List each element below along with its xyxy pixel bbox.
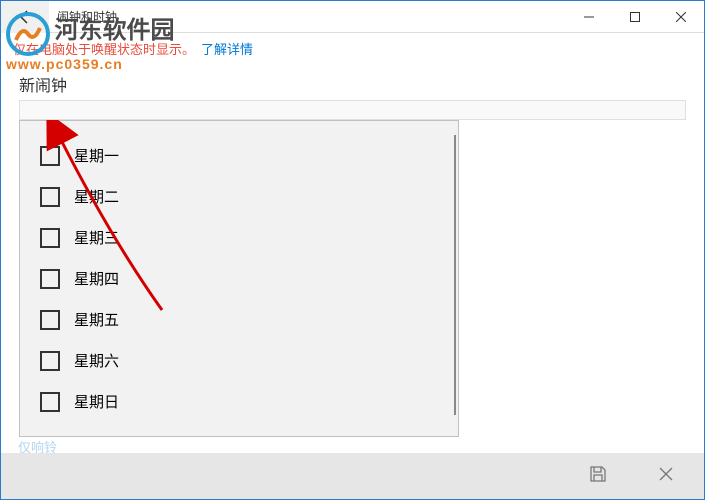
day-row-tuesday[interactable]: 星期二 [20,176,458,217]
scrollbar[interactable] [454,135,456,415]
day-label: 星期四 [74,268,119,289]
cancel-icon [658,466,674,482]
day-label: 星期日 [74,391,119,412]
partial-footer-link[interactable]: 仅响铃 [18,437,57,456]
checkbox-saturday[interactable] [40,351,60,371]
close-button[interactable] [658,1,704,33]
day-label: 星期三 [74,227,119,248]
page-subtitle: 新闹钟 [1,64,704,100]
window-title: 闹钟和时钟 [57,8,566,25]
notification-bar: 仅在电脑处于唤醒状态时显示。 了解详情 [1,33,704,64]
content-area: 星期一 星期二 星期三 星期四 星期五 星期六 [1,100,704,453]
day-label: 星期一 [74,145,119,166]
day-label: 星期五 [74,309,119,330]
day-row-sunday[interactable]: 星期日 [20,381,458,422]
truncated-header [19,100,686,120]
back-button[interactable] [1,1,49,33]
day-row-monday[interactable]: 星期一 [20,135,458,176]
back-arrow-icon [17,9,33,25]
bottom-toolbar [1,453,704,499]
day-row-thursday[interactable]: 星期四 [20,258,458,299]
cancel-button[interactable] [658,466,674,487]
checkbox-sunday[interactable] [40,392,60,412]
save-icon [588,464,608,484]
checkbox-tuesday[interactable] [40,187,60,207]
days-dropdown-panel: 星期一 星期二 星期三 星期四 星期五 星期六 [19,120,459,437]
save-button[interactable] [588,464,608,489]
day-label: 星期六 [74,350,119,371]
maximize-button[interactable] [612,1,658,33]
day-row-saturday[interactable]: 星期六 [20,340,458,381]
close-icon [676,12,686,22]
minimize-icon [584,12,594,22]
notification-text: 仅在电脑处于唤醒状态时显示。 [13,39,195,58]
app-window: 闹钟和时钟 河东软件园 www.pc0359.cn 仅在电脑处于唤醒状态时显示。… [0,0,705,500]
window-controls [566,1,704,33]
checkbox-thursday[interactable] [40,269,60,289]
checkbox-monday[interactable] [40,146,60,166]
maximize-icon [630,12,640,22]
day-row-wednesday[interactable]: 星期三 [20,217,458,258]
notification-link[interactable]: 了解详情 [201,39,253,58]
titlebar: 闹钟和时钟 [1,1,704,33]
minimize-button[interactable] [566,1,612,33]
checkbox-wednesday[interactable] [40,228,60,248]
day-row-friday[interactable]: 星期五 [20,299,458,340]
checkbox-friday[interactable] [40,310,60,330]
day-label: 星期二 [74,186,119,207]
